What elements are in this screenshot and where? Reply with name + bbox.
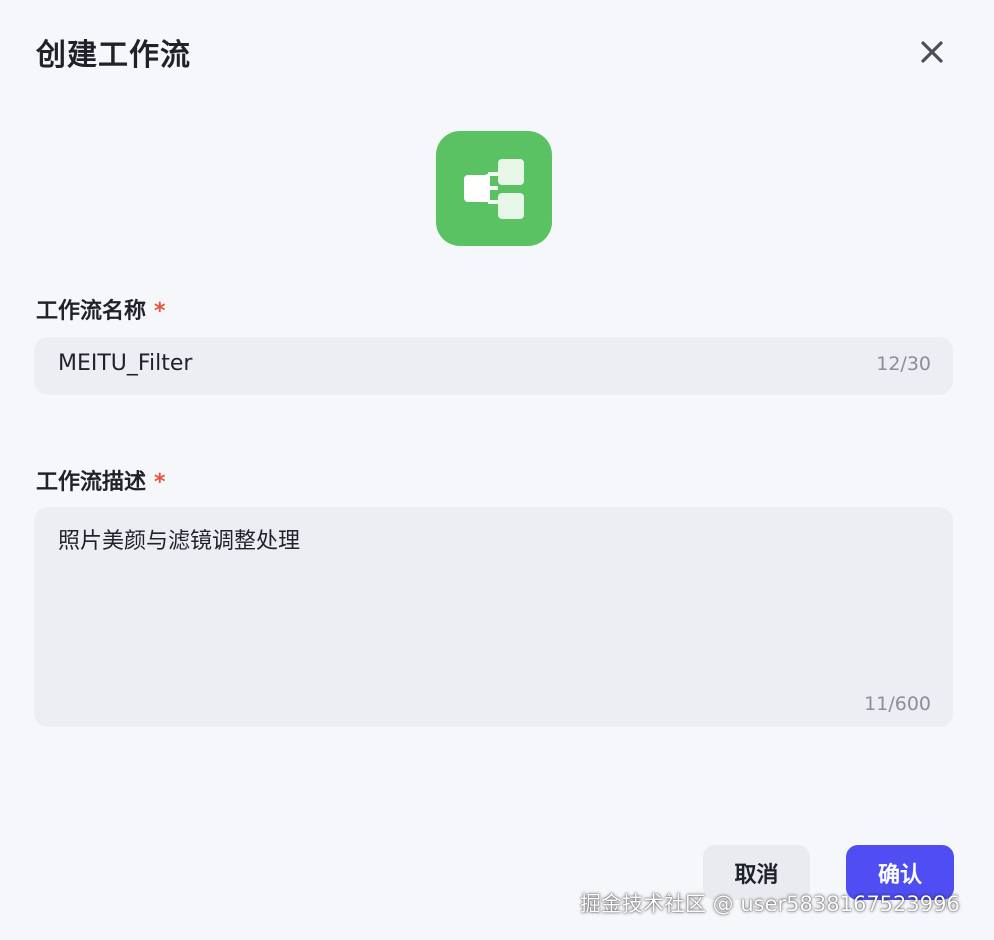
required-mark: * <box>154 470 166 495</box>
workflow-name-input[interactable]: MEITU_Filter 12/30 <box>34 337 953 395</box>
workflow-description-label-text: 工作流描述 <box>36 470 147 495</box>
close-icon <box>921 41 943 63</box>
workflow-name-counter: 12/30 <box>876 353 931 375</box>
workflow-name-label: 工作流名称 * <box>36 293 166 325</box>
workflow-description-label: 工作流描述 * <box>36 464 166 496</box>
dialog-title: 创建工作流 <box>36 38 191 73</box>
close-button[interactable] <box>914 34 950 70</box>
create-workflow-dialog: 创建工作流 工作流名称 * MEITU_Filter 12/30 工作流描述 * 照… <box>0 0 994 940</box>
workflow-description-value: 照片美颜与滤镜调整处理 <box>58 529 301 554</box>
workflow-icon <box>436 131 552 246</box>
required-mark: * <box>154 299 166 324</box>
workflow-description-counter: 11/600 <box>864 693 931 715</box>
workflow-name-value: MEITU_Filter <box>58 351 193 376</box>
workflow-name-label-text: 工作流名称 <box>36 299 147 324</box>
watermark: 掘金技术社区 @ user5838167523996 <box>580 892 960 916</box>
workflow-description-textarea[interactable]: 照片美颜与滤镜调整处理 11/600 <box>34 507 953 727</box>
